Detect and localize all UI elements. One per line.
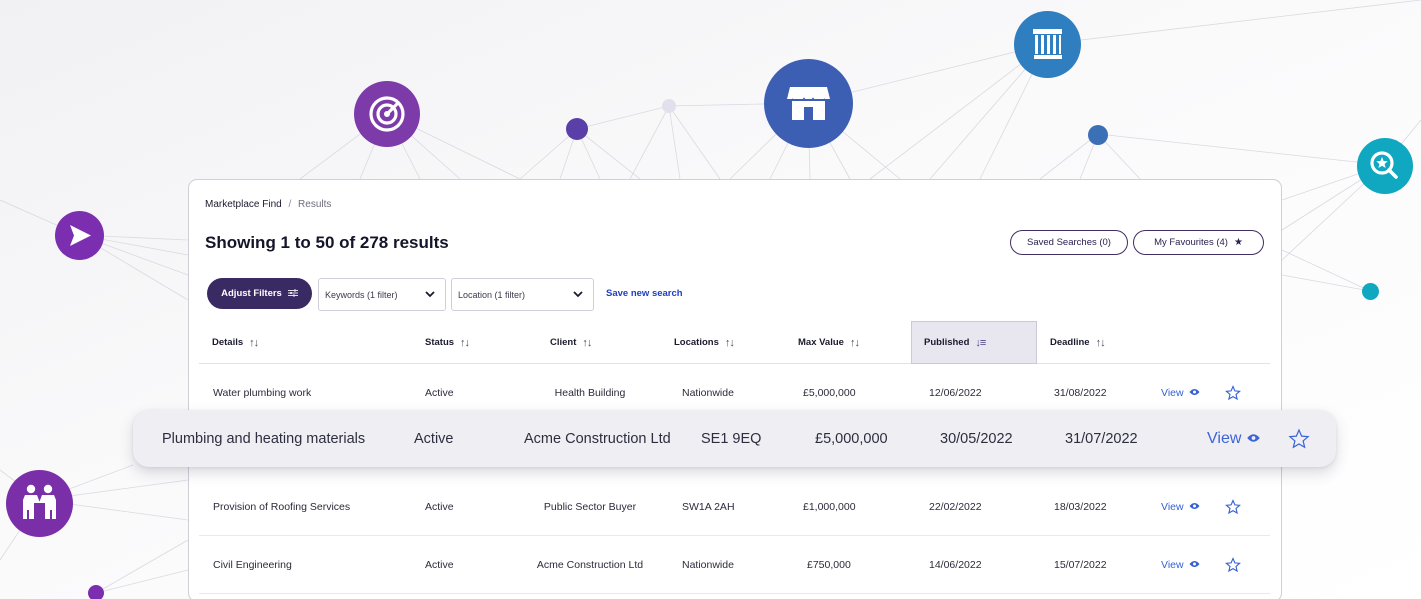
search-star-icon <box>1357 138 1413 194</box>
column-label: Details <box>212 337 244 348</box>
my-favourites-button[interactable]: My Favourites (4) ★ <box>1133 230 1264 255</box>
view-label: View <box>1207 429 1242 447</box>
chevron-down-icon <box>424 288 436 302</box>
view-label: View <box>1161 559 1184 571</box>
cell-max-value: £750,000 <box>807 559 851 571</box>
cell-max-value: £1,000,000 <box>803 501 856 513</box>
favourite-star-icon[interactable] <box>1225 537 1241 593</box>
light-dot <box>662 99 676 113</box>
cell-details: Provision of Roofing Services <box>213 501 351 513</box>
cell-published: 22/02/2022 <box>929 501 982 513</box>
store-icon <box>764 59 853 148</box>
column-header-status[interactable]: Status ↑↓ <box>425 321 470 364</box>
cell-deadline: 18/03/2022 <box>1054 501 1107 513</box>
column-label: Locations <box>674 337 719 348</box>
column-label: Max Value <box>798 337 844 348</box>
column-header-max-value[interactable]: Max Value ↑↓ <box>798 321 860 364</box>
cell-location: Nationwide <box>682 559 734 571</box>
sort-icon: ↑↓ <box>249 336 259 349</box>
radar-icon <box>354 81 420 147</box>
column-header-locations[interactable]: Locations ↑↓ <box>674 321 735 364</box>
violet-dot <box>88 585 104 599</box>
cell-client: Public Sector Buyer <box>543 501 637 513</box>
column-header-details[interactable]: Details ↑↓ <box>212 321 259 364</box>
cell-deadline: 15/07/2022 <box>1054 559 1107 571</box>
cell-status: Active <box>425 501 454 513</box>
column-label: Client <box>550 337 577 348</box>
column-label: Published <box>924 337 970 348</box>
cell-client: Acme Construction Ltd <box>536 559 644 571</box>
view-link[interactable]: View <box>1161 479 1200 535</box>
highlighted-table-row[interactable]: Plumbing and heating materials Active Ac… <box>133 410 1336 467</box>
sort-icon: ↑↓ <box>460 336 470 349</box>
sort-icon: ↑↓ <box>849 336 860 349</box>
breadcrumb: Marketplace Find / Results <box>205 199 331 210</box>
saved-searches-label: Saved Searches (0) <box>1027 237 1111 248</box>
view-label: View <box>1161 387 1184 399</box>
table-row[interactable]: Provision of Roofing Services Active Pub… <box>199 479 1270 536</box>
cell-published: 14/06/2022 <box>929 559 982 571</box>
eye-icon <box>1189 501 1200 513</box>
cell-details: Civil Engineering <box>213 559 292 571</box>
chevron-down-icon <box>572 288 584 302</box>
view-link[interactable]: View <box>1207 410 1261 467</box>
results-panel: Marketplace Find / Results Showing 1 to … <box>188 179 1282 599</box>
sort-icon: ↑↓ <box>582 336 592 349</box>
cell-location: SW1A 2AH <box>682 501 735 513</box>
location-select-value: Location (1 filter) <box>458 289 526 300</box>
saved-searches-button[interactable]: Saved Searches (0) <box>1010 230 1128 255</box>
location-select[interactable]: Location (1 filter) <box>451 278 594 311</box>
eye-icon <box>1246 430 1261 448</box>
view-link[interactable]: View <box>1161 537 1200 593</box>
column-label: Status <box>425 337 455 348</box>
breadcrumb-root[interactable]: Marketplace Find <box>205 199 282 210</box>
column-header-published[interactable]: Published ↓≡ <box>911 321 1037 364</box>
view-label: View <box>1161 501 1184 513</box>
favourite-star-icon[interactable] <box>1225 479 1241 535</box>
cell-status: Active <box>414 430 454 447</box>
cell-details: Plumbing and heating materials <box>162 430 366 447</box>
sort-icon: ↑↓ <box>1095 336 1106 349</box>
column-icon <box>1014 11 1081 78</box>
cell-status: Active <box>425 559 454 571</box>
cell-location: SE1 9EQ <box>701 430 762 447</box>
favourite-star-icon[interactable] <box>1288 410 1310 467</box>
cell-max-value: £5,000,000 <box>815 430 888 447</box>
send-icon <box>55 211 104 260</box>
breadcrumb-current: Results <box>298 199 332 210</box>
adjust-filters-label: Adjust Filters <box>221 288 282 299</box>
eye-icon <box>1189 559 1200 571</box>
page-title: Showing 1 to 50 of 278 results <box>205 233 449 252</box>
star-filled-icon: ★ <box>1233 237 1243 248</box>
adjust-filters-button[interactable]: Adjust Filters <box>207 278 312 309</box>
table-row[interactable]: Civil Engineering Active Acme Constructi… <box>199 537 1270 594</box>
blue-dot <box>1088 125 1108 145</box>
teal-dot <box>1362 283 1379 300</box>
eye-icon <box>1189 387 1200 399</box>
table-header: Details ↑↓ Status ↑↓ Client ↑↓ Locations ↑↓ … <box>199 321 1270 364</box>
my-favourites-label: My Favourites (4) <box>1154 237 1228 248</box>
sort-desc-icon: ↓≡ <box>975 336 986 349</box>
column-header-client[interactable]: Client ↑↓ <box>550 321 592 364</box>
cell-published: 30/05/2022 <box>940 430 1013 447</box>
cell-client: Acme Construction Ltd <box>524 430 671 447</box>
keywords-select-value: Keywords (1 filter) <box>325 289 398 300</box>
keywords-select[interactable]: Keywords (1 filter) <box>318 278 446 311</box>
column-label: Deadline <box>1050 337 1090 348</box>
breadcrumb-separator: / <box>288 199 292 210</box>
sliders-icon <box>287 289 298 299</box>
column-header-deadline[interactable]: Deadline ↑↓ <box>1050 321 1106 364</box>
handshake-icon <box>6 470 73 537</box>
sort-icon: ↑↓ <box>724 336 735 349</box>
purple-dot <box>566 118 588 140</box>
cell-deadline: 31/07/2022 <box>1065 430 1138 447</box>
save-new-search-link[interactable]: Save new search <box>606 288 683 299</box>
